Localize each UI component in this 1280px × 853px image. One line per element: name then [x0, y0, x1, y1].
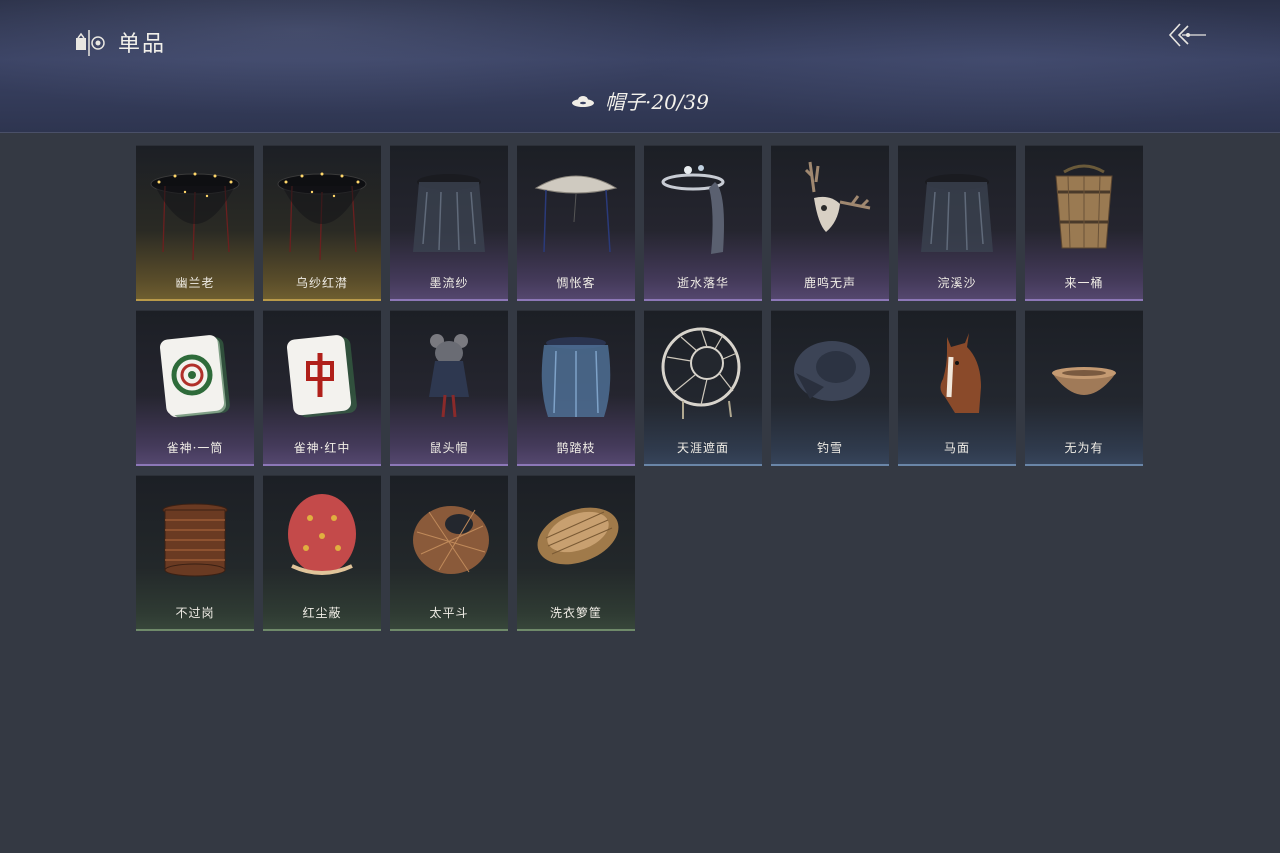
mahjong-tile-one-circle-icon: [159, 335, 230, 418]
hat-category-icon: [572, 95, 594, 107]
horse-head-icon: [940, 333, 981, 413]
item-name: 无为有: [1064, 441, 1104, 455]
item-card[interactable]: 鼠头帽: [390, 310, 508, 466]
item-card[interactable]: 钓雪: [771, 310, 889, 466]
rat-head-hat-icon: [429, 334, 469, 418]
page-title-group: 单品: [74, 26, 166, 58]
wooden-bucket-icon: [1055, 164, 1113, 249]
clay-bowl-icon: [1052, 367, 1116, 395]
laundry-basket-icon: [537, 507, 619, 565]
flower-crown-veil-icon: [661, 165, 725, 254]
white-bamboo-hat-icon: [534, 175, 618, 253]
deer-skull-icon: [804, 161, 871, 232]
item-grid: 幽兰老 乌纱红潸 墨流纱 惆怅客 逝水落华 鹿鸣无声 浣溪沙 来一桶 雀神·一筒: [136, 145, 1143, 631]
item-name: 雀神·一筒: [166, 441, 224, 455]
dark-veil-hat-icon: [921, 174, 993, 252]
item-card[interactable]: 墨流纱: [390, 145, 508, 301]
wicker-basket-hat-icon: [413, 506, 489, 574]
item-name: 马面: [943, 441, 970, 455]
category-heading: 帽子·20/39: [0, 86, 1280, 115]
stacked-bowls-icon: [162, 503, 228, 577]
item-card[interactable]: 浣溪沙: [898, 145, 1016, 301]
item-name: 来一桶: [1064, 276, 1104, 290]
item-card[interactable]: 天涯遮面: [644, 310, 762, 466]
item-card[interactable]: 乌纱红潸: [263, 145, 381, 301]
blue-veil-hat-icon: [541, 337, 611, 417]
item-card[interactable]: 无为有: [1025, 310, 1143, 466]
top-banner: 单品 帽子·20/39: [0, 0, 1280, 133]
dark-veil-hat-icon: [413, 174, 485, 252]
item-name: 逝水落华: [676, 276, 729, 290]
item-name: 钓雪: [816, 441, 843, 455]
item-name: 不过岗: [175, 606, 215, 620]
item-card[interactable]: 洗衣箩筐: [517, 475, 635, 631]
item-name: 墨流纱: [429, 276, 469, 290]
back-arrow-icon: [1168, 23, 1206, 47]
item-name: 天涯遮面: [676, 441, 729, 455]
item-name: 鹊踏枝: [556, 441, 596, 455]
item-name: 洗衣箩筐: [549, 606, 602, 620]
black-veiled-hat-with-lights-icon: [277, 172, 367, 261]
item-card[interactable]: 雀神·红中: [263, 310, 381, 466]
wardrobe-icon: [76, 30, 105, 56]
dark-straw-hat-icon: [794, 341, 870, 401]
item-card[interactable]: 惆怅客: [517, 145, 635, 301]
item-card[interactable]: 雀神·一筒: [136, 310, 254, 466]
item-card[interactable]: 太平斗: [390, 475, 508, 631]
black-veiled-hat-with-lights-icon: [150, 172, 240, 261]
item-name: 惆怅客: [556, 276, 596, 290]
item-name: 太平斗: [429, 606, 469, 620]
item-name: 浣溪沙: [937, 276, 977, 290]
item-card[interactable]: 鹿鸣无声: [771, 145, 889, 301]
back-button[interactable]: [1166, 20, 1212, 50]
item-card[interactable]: 幽兰老: [136, 145, 254, 301]
item-card[interactable]: 红尘蔽: [263, 475, 381, 631]
item-name: 鹿鸣无声: [803, 276, 856, 290]
item-card[interactable]: 马面: [898, 310, 1016, 466]
item-card[interactable]: 不过岗: [136, 475, 254, 631]
item-name: 雀神·红中: [293, 441, 351, 455]
item-card[interactable]: 来一桶: [1025, 145, 1143, 301]
category-label: 帽子·20/39: [605, 90, 709, 114]
page-title: 单品: [118, 32, 167, 57]
item-card[interactable]: 逝水落华: [644, 145, 762, 301]
item-name: 鼠头帽: [429, 441, 469, 455]
mahjong-tile-red-zhong-icon: [286, 335, 357, 418]
woven-frame-hat-icon: [661, 327, 741, 419]
item-card[interactable]: 鹊踏枝: [517, 310, 635, 466]
item-name: 红尘蔽: [302, 606, 342, 620]
item-name: 幽兰老: [175, 276, 215, 290]
red-cloth-hood-icon: [288, 494, 356, 575]
item-name: 乌纱红潸: [295, 276, 348, 290]
